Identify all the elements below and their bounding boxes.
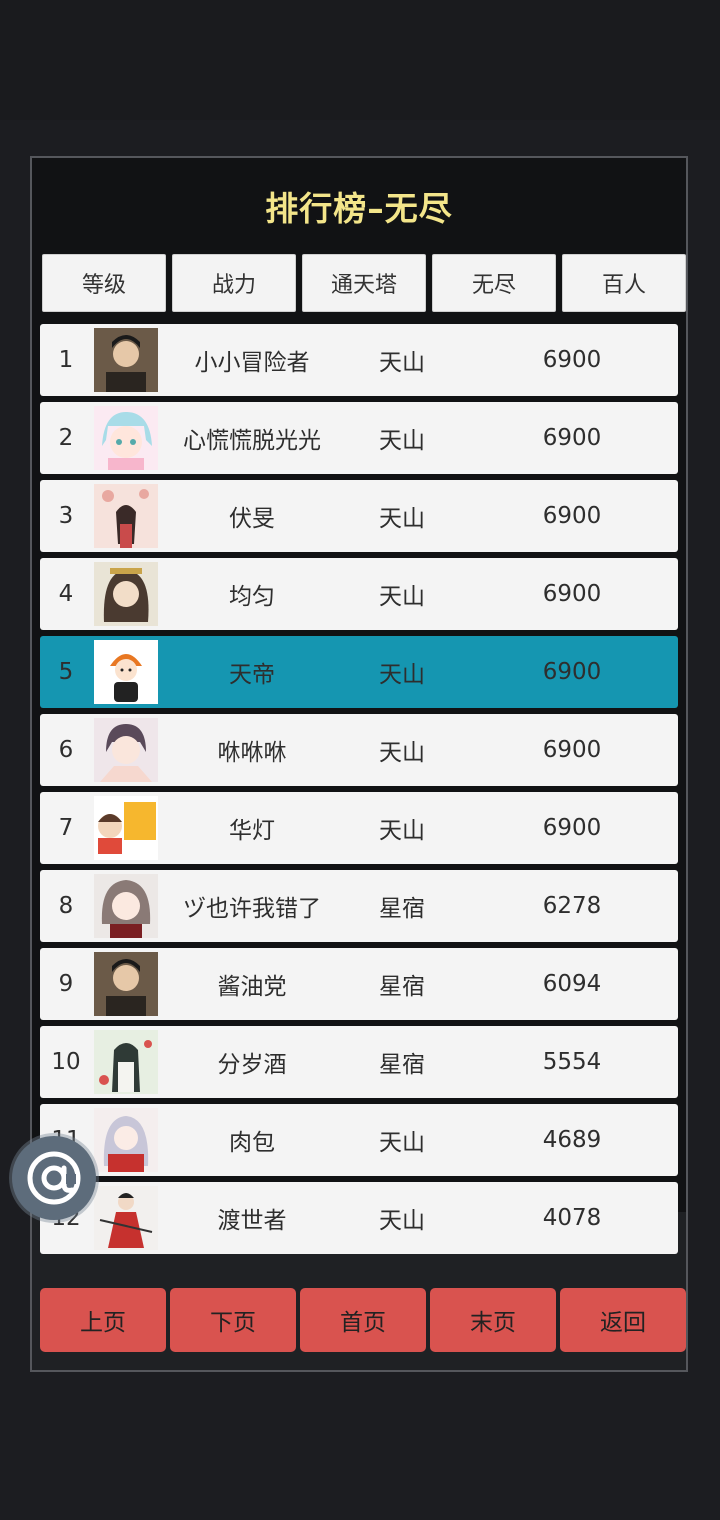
rank-number: 9 [58,971,74,997]
ranking-row[interactable]: 3 伏旻 天山 6900 [40,480,678,552]
player-name: 小小冒险者 [194,350,310,376]
avatar [94,796,158,860]
player-score: 6278 [542,893,602,919]
last-page-button[interactable]: 末页 [430,1288,556,1352]
ranking-row[interactable]: 11 肉包 天山 4689 [40,1104,678,1176]
ranking-row[interactable]: 6 咻咻咻 天山 6900 [40,714,678,786]
avatar [94,1030,158,1094]
player-name: 咻咻咻 [217,740,287,766]
player-name: 华灯 [229,818,275,844]
avatar [94,562,158,626]
rank-number: 4 [58,581,74,607]
ranking-row[interactable]: 1 小小冒险者 天山 6900 [40,324,678,396]
player-realm: 星宿 [379,1052,425,1078]
tab-endless[interactable]: 无尽 [432,254,556,312]
player-realm: 天山 [379,662,425,688]
tab-hundred[interactable]: 百人 [562,254,686,312]
ranking-row[interactable]: 8 ヅ也许我错了 星宿 6278 [40,870,678,942]
rank-number: 10 [51,1049,81,1075]
rank-number: 8 [58,893,74,919]
player-name: 天帝 [229,662,275,688]
player-score: 6900 [542,503,602,529]
at-icon [27,1151,81,1205]
player-name: 伏旻 [229,506,275,532]
player-realm: 天山 [379,818,425,844]
player-realm: 天山 [379,350,425,376]
player-name: 酱油党 [217,974,287,1000]
avatar [94,328,158,392]
player-name: 肉包 [229,1130,275,1156]
avatar [94,640,158,704]
player-realm: 天山 [379,506,425,532]
player-realm: 天山 [379,428,425,454]
player-realm: 天山 [379,584,425,610]
ranking-row-current-player[interactable]: 5 天帝 天山 6900 [40,636,678,708]
ranking-row[interactable]: 10 分岁酒 星宿 5554 [40,1026,678,1098]
player-name: 分岁酒 [217,1052,287,1078]
rank-number: 2 [58,425,74,451]
page-title: 排行榜–无尽 [265,189,453,228]
avatar [94,1108,158,1172]
player-realm: 星宿 [379,974,425,1000]
player-score: 6094 [542,971,602,997]
player-score: 6900 [542,581,602,607]
rank-number: 7 [58,815,74,841]
ranking-row[interactable]: 7 华灯 天山 6900 [40,792,678,864]
player-realm: 天山 [379,740,425,766]
player-realm: 天山 [379,1130,425,1156]
player-score: 5554 [542,1049,602,1075]
avatar [94,484,158,548]
player-score: 6900 [542,347,602,373]
player-score: 4078 [542,1205,602,1231]
tab-tower[interactable]: 通天塔 [302,254,426,312]
player-name: ヅ也许我错了 [183,896,321,922]
floating-at-button[interactable] [12,1136,96,1220]
pagination-bar: 上页 下页 首页 末页 返回 [40,1288,688,1352]
status-bar-area [0,0,720,120]
next-page-button[interactable]: 下页 [170,1288,296,1352]
rank-number: 1 [58,347,74,373]
prev-page-button[interactable]: 上页 [40,1288,166,1352]
player-realm: 天山 [379,1208,425,1234]
first-page-button[interactable]: 首页 [300,1288,426,1352]
tab-level[interactable]: 等级 [42,254,166,312]
player-name: 渡世者 [217,1208,287,1234]
player-score: 6900 [542,425,602,451]
tab-power[interactable]: 战力 [172,254,296,312]
avatar [94,1186,158,1250]
avatar [94,718,158,782]
player-score: 4689 [542,1127,602,1153]
player-score: 6900 [542,737,602,763]
player-score: 6900 [542,815,602,841]
leaderboard-panel: 排行榜–无尽 等级 战力 通天塔 无尽 百人 1 小小冒险者 天山 6900 2… [30,156,688,1372]
ranking-row[interactable]: 4 均匀 天山 6900 [40,558,678,630]
avatar [94,952,158,1016]
player-score: 6900 [542,659,602,685]
ranking-row[interactable]: 12 渡世者 天山 4078 [40,1182,678,1254]
ranking-row[interactable]: 9 酱油党 星宿 6094 [40,948,678,1020]
player-name: 均匀 [229,584,275,610]
rank-number: 5 [58,659,74,685]
back-button[interactable]: 返回 [560,1288,686,1352]
avatar [94,406,158,470]
tab-bar: 等级 战力 通天塔 无尽 百人 [42,254,688,312]
avatar [94,874,158,938]
player-realm: 星宿 [379,896,425,922]
rank-number: 3 [58,503,74,529]
ranking-list: 1 小小冒险者 天山 6900 2 心慌慌脱光光 天山 6900 3 伏旻 天山… [40,324,678,1260]
player-name: 心慌慌脱光光 [183,428,321,454]
rank-number: 6 [58,737,74,763]
ranking-row[interactable]: 2 心慌慌脱光光 天山 6900 [40,402,678,474]
